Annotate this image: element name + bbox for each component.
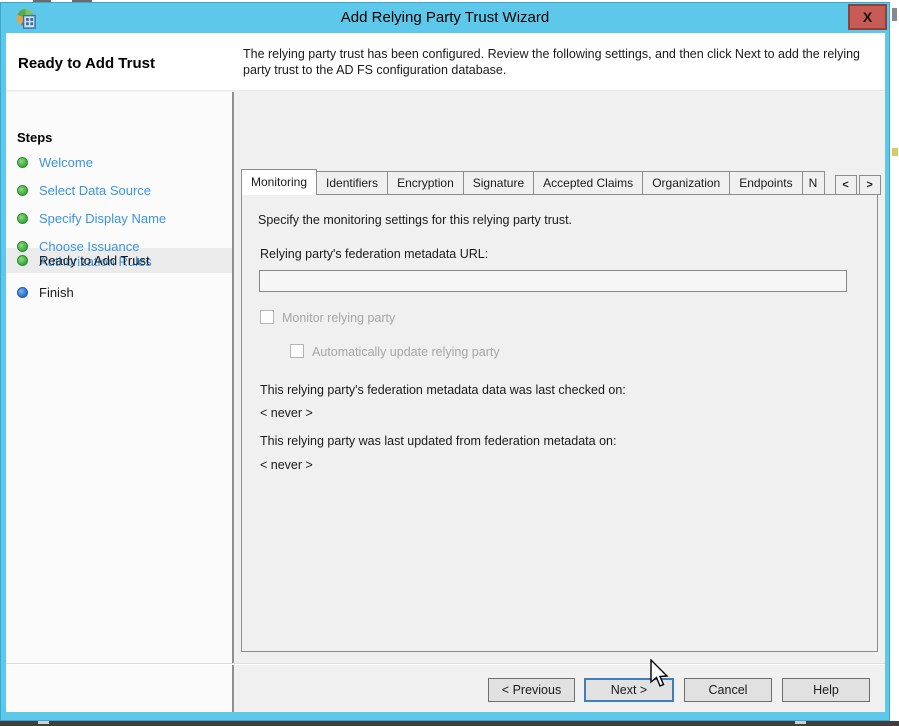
previous-button[interactable]: < Previous — [488, 678, 575, 702]
tab-identifiers[interactable]: Identifiers — [317, 171, 388, 195]
sidebar-item-finish[interactable]: Finish — [6, 282, 232, 303]
tab-scroll-buttons: < > — [833, 175, 881, 195]
step-label: Welcome — [39, 155, 207, 170]
last-updated-value: < never > — [260, 458, 313, 472]
sidebar-item-specify-display-name[interactable]: Specify Display Name — [6, 208, 232, 229]
tab-organization[interactable]: Organization — [643, 171, 730, 195]
auto-update-relying-party-checkbox[interactable] — [290, 344, 304, 358]
step-done-icon — [17, 185, 28, 196]
step-label: Specify Display Name — [39, 211, 207, 226]
close-button[interactable]: X — [848, 4, 887, 30]
step-done-icon — [17, 213, 28, 224]
tab-scroll-right-button[interactable]: > — [859, 175, 881, 195]
tab-monitoring[interactable]: Monitoring — [241, 169, 317, 195]
steps-sidebar: Steps Welcome Select Data Source Specify… — [6, 92, 232, 712]
monitor-relying-party-checkbox[interactable] — [260, 310, 274, 324]
steps-heading: Steps — [17, 130, 52, 145]
tab-endpoints[interactable]: Endpoints — [730, 171, 802, 195]
step-label: Ready to Add Trust — [39, 253, 207, 268]
step-done-icon — [17, 255, 28, 266]
step-label: Select Data Source — [39, 183, 207, 198]
background-window-fragment — [892, 148, 898, 156]
last-checked-value: < never > — [260, 406, 313, 420]
help-button[interactable]: Help — [782, 678, 870, 702]
window-title: Add Relying Party Trust Wizard — [1, 9, 889, 26]
background-taskbar-fragment — [0, 721, 899, 726]
background-window-fragment — [38, 721, 49, 724]
screen: Add Relying Party Trust Wizard X Ready t… — [0, 0, 899, 726]
mouse-cursor-icon — [649, 659, 671, 691]
step-upcoming-icon — [17, 287, 28, 298]
sidebar-item-ready-to-add-trust[interactable]: Ready to Add Trust — [6, 250, 232, 271]
last-updated-label: This relying party was last updated from… — [260, 434, 616, 448]
step-done-icon — [17, 157, 28, 168]
sidebar-item-select-data-source[interactable]: Select Data Source — [6, 180, 232, 201]
tab-scroll-left-button[interactable]: < — [835, 175, 857, 195]
auto-update-relying-party-label: Automatically update relying party — [312, 345, 500, 359]
intro-text: The relying party trust has been configu… — [243, 46, 875, 78]
step-label: Finish — [39, 285, 207, 300]
sidebar-divider — [232, 92, 234, 712]
sidebar-item-welcome[interactable]: Welcome — [6, 152, 232, 173]
metadata-url-label: Relying party's federation metadata URL: — [260, 247, 488, 261]
tab-encryption[interactable]: Encryption — [388, 171, 464, 195]
background-window-fragment — [892, 8, 897, 21]
tab-accepted-claims[interactable]: Accepted Claims — [534, 171, 643, 195]
page-title: Ready to Add Trust — [18, 55, 155, 72]
monitor-relying-party-label: Monitor relying party — [282, 311, 395, 325]
settings-tab-strip: Monitoring Identifiers Encryption Signat… — [241, 169, 881, 195]
wizard-dialog: Add Relying Party Trust Wizard X Ready t… — [0, 2, 890, 721]
monitoring-description: Specify the monitoring settings for this… — [258, 213, 572, 227]
footer-separator — [6, 663, 885, 665]
title-bar[interactable]: Add Relying Party Trust Wizard X — [1, 3, 889, 33]
monitoring-tab-panel: Specify the monitoring settings for this… — [241, 194, 878, 652]
cancel-button[interactable]: Cancel — [684, 678, 772, 702]
background-window-fragment — [795, 721, 806, 724]
tab-signature[interactable]: Signature — [464, 171, 534, 195]
tab-notes-truncated[interactable]: N — [803, 171, 825, 195]
last-checked-label: This relying party's federation metadata… — [260, 383, 626, 397]
metadata-url-input[interactable] — [259, 270, 847, 292]
dialog-body: Ready to Add Trust Steps Welcome Select … — [6, 33, 885, 712]
